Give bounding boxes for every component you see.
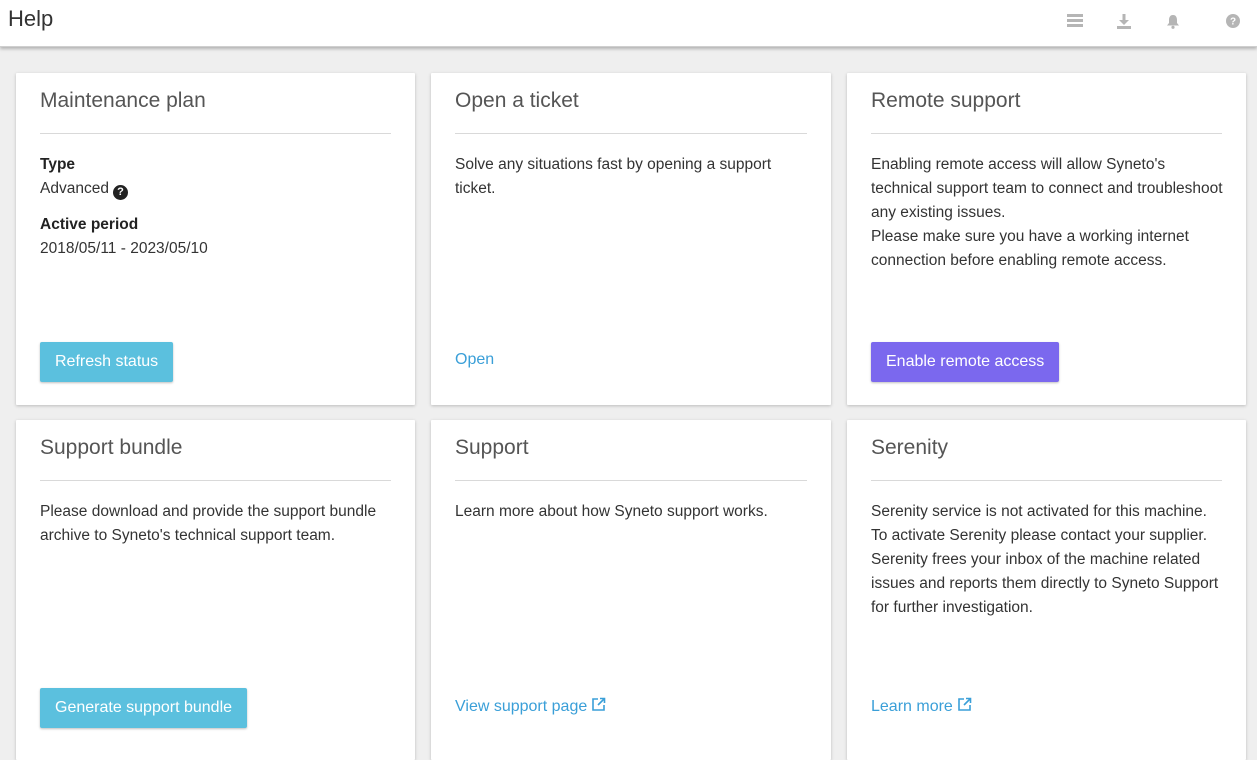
divider	[455, 133, 807, 134]
view-support-page-link[interactable]: View support page	[455, 697, 606, 717]
view-support-page-label: View support page	[455, 698, 588, 715]
card-title: Serenity	[871, 436, 949, 459]
type-label: Type	[40, 156, 76, 173]
type-value-row: Advanced?	[40, 177, 393, 201]
enable-remote-access-button[interactable]: Enable remote access	[871, 342, 1060, 382]
divider	[871, 133, 1222, 134]
refresh-status-button[interactable]: Refresh status	[40, 342, 174, 382]
list-icon[interactable]	[1066, 12, 1084, 30]
divider	[455, 480, 807, 481]
serenity-description-1: Serenity service is not activated for th…	[871, 503, 1208, 544]
card-body: Enabling remote access will allow Syneto…	[871, 153, 1224, 273]
maintenance-plan-card: Maintenance plan Type Advanced? Active p…	[16, 73, 415, 405]
divider	[40, 480, 391, 481]
serenity-description-2: Serenity frees your inbox of the machine…	[871, 551, 1219, 616]
learn-more-label: Learn more	[871, 698, 953, 715]
learn-more-link[interactable]: Learn more	[871, 697, 972, 717]
bundle-description: Please download and provide the support …	[40, 503, 377, 544]
remote-support-card: Remote support Enabling remote access wi…	[847, 73, 1246, 405]
type-value: Advanced	[40, 180, 109, 197]
bell-icon[interactable]	[1164, 12, 1182, 30]
serenity-card: Serenity Serenity service is not activat…	[847, 420, 1246, 760]
open-ticket-link[interactable]: Open	[455, 351, 494, 369]
ticket-description: Solve any situations fast by opening a s…	[455, 156, 772, 197]
support-description: Learn more about how Syneto support work…	[455, 503, 768, 520]
external-link-icon	[591, 697, 606, 717]
card-title: Open a ticket	[455, 89, 579, 112]
open-ticket-card: Open a ticket Solve any situations fast …	[431, 73, 831, 405]
svg-text:?: ?	[1230, 17, 1236, 28]
support-bundle-card: Support bundle Please download and provi…	[16, 420, 415, 760]
card-body: Serenity service is not activated for th…	[871, 500, 1224, 620]
card-body: Solve any situations fast by opening a s…	[455, 153, 809, 201]
question-circle-icon[interactable]: ?	[1224, 12, 1242, 30]
card-body: Type Advanced? Active period 2018/05/11 …	[40, 153, 393, 261]
card-title: Maintenance plan	[40, 89, 206, 112]
help-icon[interactable]: ?	[112, 184, 128, 200]
generate-support-bundle-button[interactable]: Generate support bundle	[40, 688, 248, 728]
page-title: Help	[8, 6, 54, 31]
download-icon[interactable]	[1115, 12, 1133, 30]
card-title: Remote support	[871, 89, 1021, 112]
card-title: Support bundle	[40, 436, 183, 459]
active-period-label: Active period	[40, 216, 139, 233]
card-title: Support	[455, 436, 529, 459]
support-card: Support Learn more about how Syneto supp…	[431, 420, 831, 760]
divider	[40, 133, 391, 134]
active-period-value: 2018/05/11 - 2023/05/10	[40, 240, 208, 257]
divider	[871, 480, 1222, 481]
top-bar: Help ?	[0, 0, 1257, 47]
external-link-icon	[957, 697, 972, 717]
card-body: Learn more about how Syneto support work…	[455, 500, 809, 524]
remote-description-1: Enabling remote access will allow Syneto…	[871, 156, 1223, 221]
card-body: Please download and provide the support …	[40, 500, 393, 548]
remote-description-2: Please make sure you have a working inte…	[871, 228, 1189, 269]
